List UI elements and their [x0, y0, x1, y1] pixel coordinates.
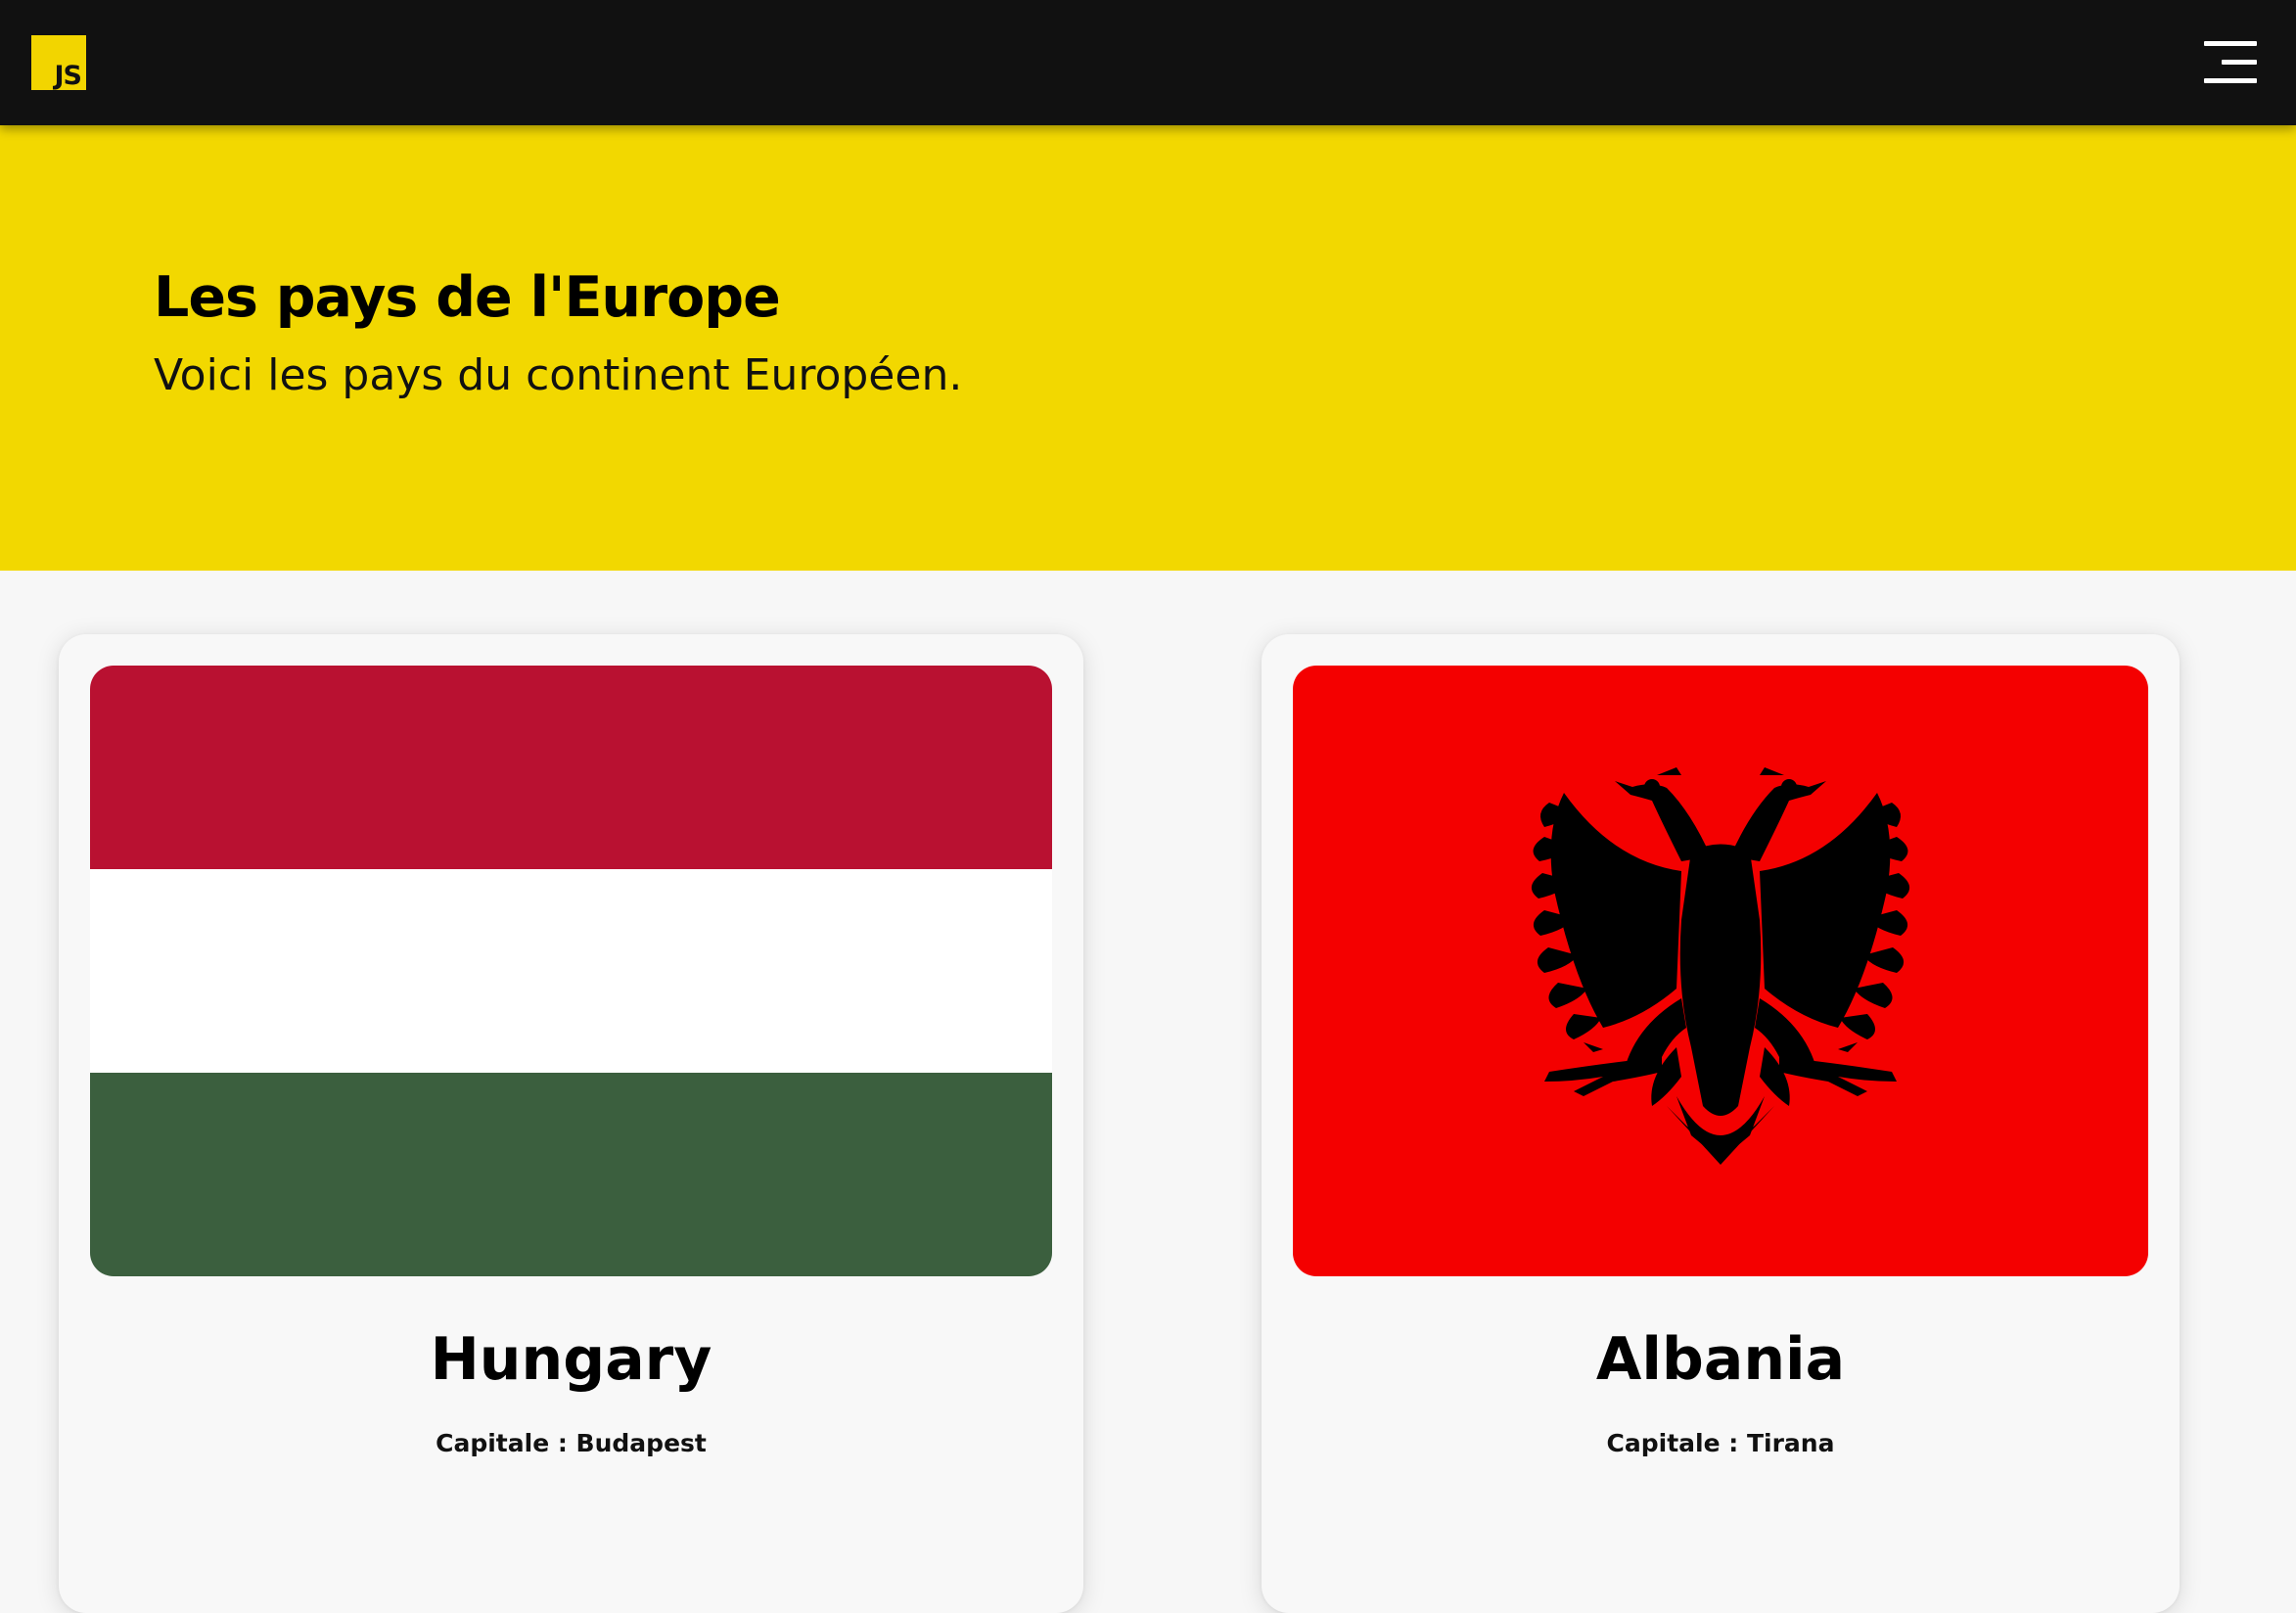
hamburger-menu-icon[interactable]: [2204, 39, 2257, 86]
menu-bar-middle: [2222, 60, 2257, 65]
country-capital: Capitale : Budapest: [436, 1429, 707, 1457]
page-title: Les pays de l'Europe: [154, 265, 781, 330]
country-name: Albania: [1595, 1325, 1846, 1394]
js-logo[interactable]: JS: [31, 35, 86, 90]
navbar: JS: [0, 0, 2296, 125]
hungary-flag: [90, 666, 1052, 1276]
menu-bar-top: [2204, 41, 2257, 46]
albania-flag: [1293, 666, 2148, 1276]
country-capital: Capitale : Tirana: [1606, 1429, 1835, 1457]
country-card-hungary[interactable]: Hungary Capitale : Budapest: [59, 634, 1083, 1613]
page-subtitle: Voici les pays du continent Européen.: [154, 350, 963, 400]
logo-text: JS: [54, 61, 82, 91]
country-card-albania[interactable]: Albania Capitale : Tirana: [1262, 634, 2180, 1613]
menu-bar-bottom: [2204, 78, 2257, 83]
country-name: Hungary: [430, 1325, 712, 1394]
hero-banner: Les pays de l'Europe Voici les pays du c…: [0, 125, 2296, 571]
